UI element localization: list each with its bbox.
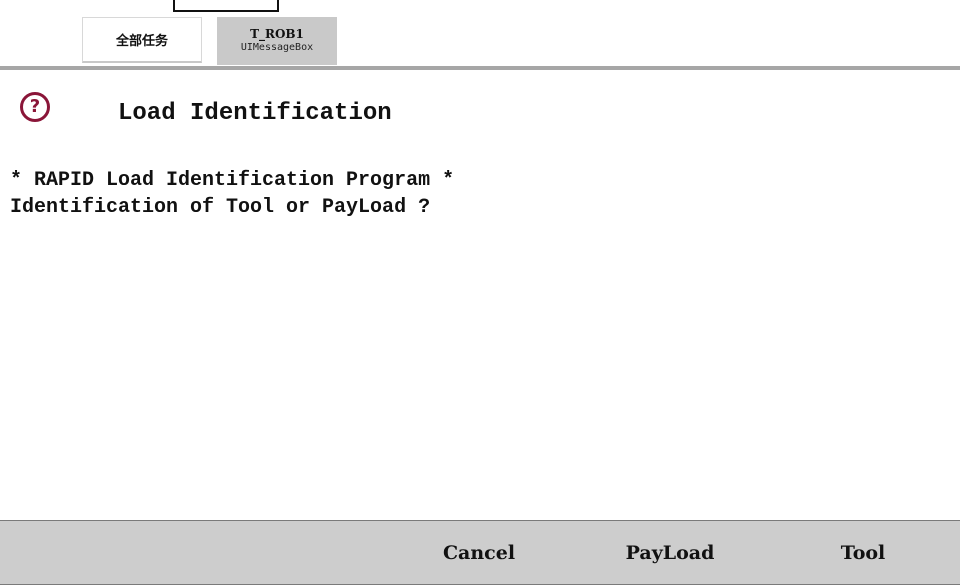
command-bar: Cancel PayLoad Tool bbox=[0, 520, 960, 585]
message-line-1: * RAPID Load Identification Program * bbox=[10, 169, 455, 192]
tab-task-subtitle: UIMessageBox bbox=[240, 42, 314, 53]
tab-task-name: T_ROB1 bbox=[250, 27, 304, 41]
tool-button[interactable]: Tool bbox=[803, 521, 923, 584]
flexpendant-screen: 全部任务 T_ROB1 UIMessageBox ? Load Identifi… bbox=[0, 0, 960, 585]
tab-all-tasks[interactable]: 全部任务 bbox=[82, 17, 202, 63]
cancel-button[interactable]: Cancel bbox=[419, 521, 539, 584]
tab-t-rob1[interactable]: T_ROB1 UIMessageBox bbox=[217, 17, 337, 65]
tab-all-tasks-label: 全部任务 bbox=[115, 34, 168, 49]
tab-connector-bracket bbox=[173, 0, 279, 12]
dialog-title: Load Identification bbox=[118, 100, 392, 127]
question-icon-glyph: ? bbox=[29, 96, 41, 117]
header-divider bbox=[0, 66, 960, 70]
payload-button[interactable]: PayLoad bbox=[610, 521, 730, 584]
question-icon: ? bbox=[20, 92, 50, 122]
message-line-2: Identification of Tool or PayLoad ? bbox=[10, 196, 431, 219]
